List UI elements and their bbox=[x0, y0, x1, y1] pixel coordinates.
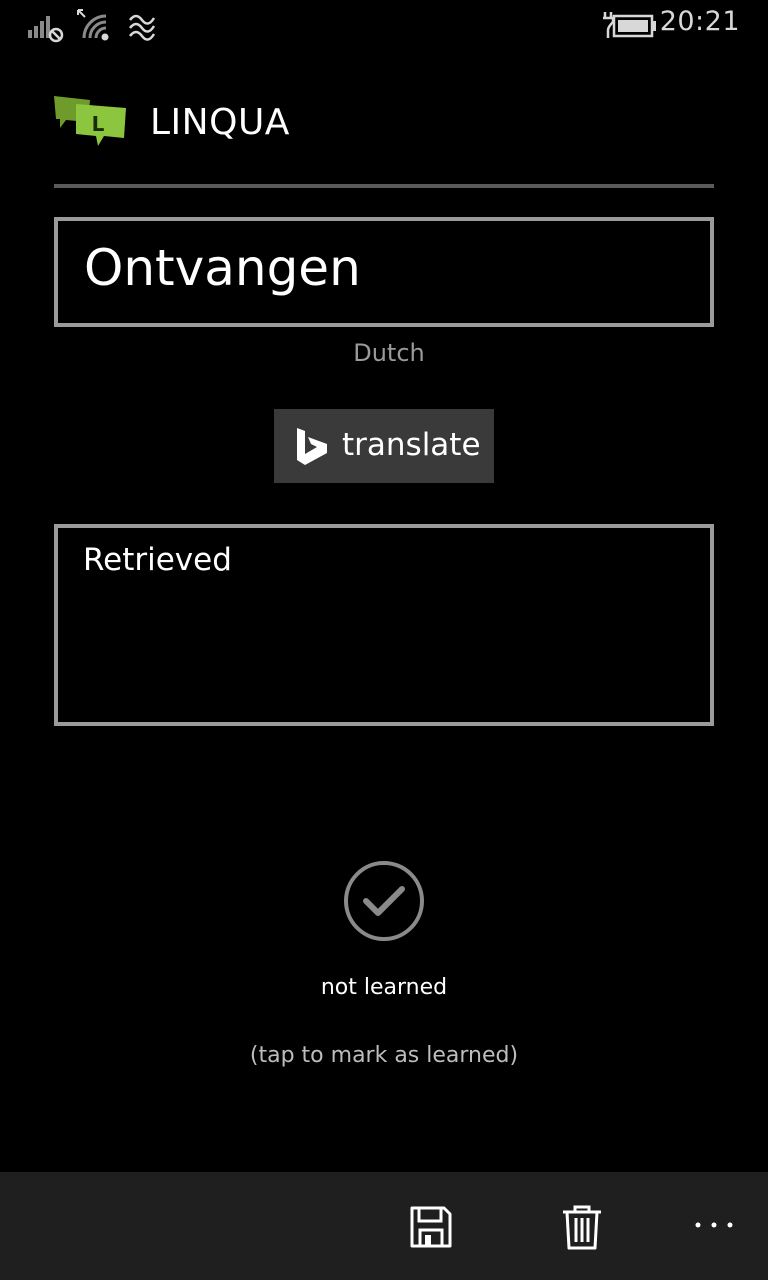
status-bar: 20:21 bbox=[0, 0, 768, 50]
battery-charging-icon bbox=[603, 12, 656, 38]
word-input-value: Ontvangen bbox=[84, 239, 361, 297]
mobile-data-icon bbox=[129, 14, 156, 41]
signal-icon bbox=[28, 16, 64, 43]
more-icon[interactable] bbox=[694, 1210, 734, 1240]
translate-button[interactable]: translate bbox=[274, 409, 494, 483]
save-icon[interactable] bbox=[406, 1202, 456, 1252]
app-bar bbox=[0, 1172, 768, 1280]
translate-button-label: translate bbox=[342, 427, 481, 463]
bing-icon bbox=[297, 428, 327, 465]
linqua-logo-icon: L bbox=[54, 96, 126, 146]
language-label: Dutch bbox=[353, 339, 425, 367]
header-divider bbox=[54, 184, 714, 188]
translation-input[interactable]: Retrieved bbox=[54, 524, 714, 726]
delete-icon[interactable] bbox=[557, 1202, 607, 1252]
svg-text:L: L bbox=[92, 112, 105, 136]
learned-status-label[interactable]: not learned bbox=[0, 975, 768, 1000]
translation-value: Retrieved bbox=[83, 542, 232, 578]
checkmark-circle-icon[interactable] bbox=[342, 859, 426, 943]
app-title: LINQUA bbox=[150, 102, 290, 143]
clock: 20:21 bbox=[659, 6, 740, 37]
learned-hint-label: (tap to mark as learned) bbox=[249, 1043, 519, 1068]
wifi-icon bbox=[77, 9, 109, 41]
word-input[interactable]: Ontvangen bbox=[54, 217, 714, 327]
